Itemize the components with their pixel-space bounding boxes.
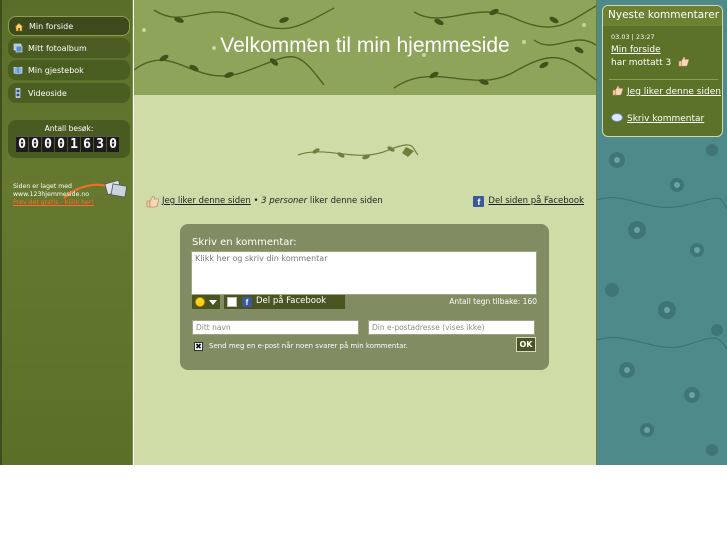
facebook-share[interactable]: f Del siden på Facebook bbox=[473, 196, 584, 207]
left-sidebar: Min forside Mitt fotoalbum Min gjestebok… bbox=[0, 0, 133, 465]
right-column: Nyeste kommentarer 03.03 | 23:27 Min for… bbox=[596, 0, 727, 465]
made-with-line2: www.123hjemmeside.no bbox=[13, 191, 90, 198]
sidebar-item-videoside[interactable]: Videoside bbox=[8, 83, 130, 103]
share-facebook-checkbox[interactable] bbox=[227, 297, 237, 307]
comment-timestamp: 03.03 | 23:27 bbox=[611, 33, 655, 41]
sidebar-item-gjestebok[interactable]: Min gjestebok bbox=[8, 60, 130, 80]
latest-comment-received: har mottatt 3 bbox=[611, 56, 721, 69]
made-with-line1: Siden er laget med bbox=[13, 183, 72, 190]
submit-comment-button[interactable]: OK bbox=[516, 337, 536, 352]
latest-comments-header: Nyeste kommentarer bbox=[603, 6, 722, 26]
counter-digit: 0 bbox=[42, 136, 54, 152]
like-bullet: • bbox=[250, 196, 262, 206]
vine-divider-icon bbox=[297, 144, 419, 160]
like-text: Jeg liker denne siden • 3 personer liker… bbox=[162, 196, 383, 206]
sidebar-item-label: Videoside bbox=[28, 88, 67, 98]
thumbs-up-icon bbox=[678, 56, 690, 67]
try-free-link[interactable]: Prøv det gratis - Klikk her! bbox=[13, 199, 128, 207]
emoji-picker-button[interactable] bbox=[192, 295, 220, 309]
notify-checkbox[interactable]: ✖ bbox=[194, 342, 203, 351]
latest-comment-link[interactable]: Min forside bbox=[611, 44, 721, 56]
sidebar-item-label: Min gjestebok bbox=[28, 65, 84, 75]
facebook-icon: f bbox=[473, 196, 485, 207]
panel-like-link[interactable]: Jeg liker denne siden bbox=[627, 87, 721, 97]
guestbook-icon bbox=[13, 66, 23, 75]
speech-bubble-icon bbox=[611, 113, 623, 122]
page-title: Velkommen til min hjemmeside bbox=[220, 34, 510, 57]
video-icon bbox=[15, 88, 21, 98]
counter-digit: 0 bbox=[16, 136, 28, 152]
facebook-icon: f bbox=[242, 297, 252, 307]
counter-digit: 3 bbox=[94, 136, 106, 152]
sidebar-item-fotoalbum[interactable]: Mitt fotoalbum bbox=[8, 38, 130, 58]
like-page-link[interactable]: Jeg liker denne siden bbox=[162, 196, 251, 206]
received-text: har mottatt 3 bbox=[611, 58, 672, 68]
share-facebook-label: Del på Facebook bbox=[256, 296, 327, 306]
page: Min forside Mitt fotoalbum Min gjestebok… bbox=[0, 0, 727, 465]
page-header: Velkommen til min hjemmeside bbox=[134, 0, 596, 95]
panel-like-action[interactable]: Jeg liker denne siden bbox=[611, 85, 721, 98]
counter-digit: 1 bbox=[68, 136, 80, 152]
latest-comments-panel: Nyeste kommentarer 03.03 | 23:27 Min for… bbox=[602, 5, 723, 137]
chars-remaining: Antall tegn tilbake: 160 bbox=[449, 297, 537, 306]
chevron-down-icon bbox=[209, 300, 217, 305]
name-input[interactable] bbox=[192, 320, 359, 335]
counter-digit: 0 bbox=[107, 136, 119, 152]
notify-option: ✖ Send meg en e-post når noen svarer på … bbox=[194, 341, 474, 352]
photo-album-icon bbox=[13, 43, 23, 53]
like-suffix: liker denne siden bbox=[307, 196, 383, 206]
counter-digits: 0 0 0 0 1 6 3 0 bbox=[16, 136, 119, 152]
like-count: 3 personer bbox=[261, 196, 308, 206]
counter-digit: 6 bbox=[81, 136, 93, 152]
sidebar-item-min-forside[interactable]: Min forside bbox=[8, 16, 130, 36]
comment-textarea[interactable] bbox=[191, 251, 537, 295]
main-content: Jeg liker denne siden • 3 personer liker… bbox=[134, 95, 596, 465]
counter-label: Antall besøk: bbox=[44, 124, 94, 133]
visitor-counter: Antall besøk: 0 0 0 0 1 6 3 0 bbox=[8, 120, 130, 158]
sidebar-item-label: Min forside bbox=[29, 21, 74, 31]
comment-form: Skriv en kommentar: f Del på Facebook An… bbox=[180, 224, 549, 370]
email-input[interactable] bbox=[368, 320, 535, 335]
like-row: Jeg liker denne siden • 3 personer liker… bbox=[146, 195, 586, 209]
notify-label: Send meg en e-post når noen svarer på mi… bbox=[209, 342, 408, 350]
panel-write-link[interactable]: Skriv kommentar bbox=[627, 114, 704, 124]
comment-form-title: Skriv en kommentar: bbox=[192, 237, 297, 248]
counter-digit: 0 bbox=[29, 136, 41, 152]
made-with-notice: Siden er laget med www.123hjemmeside.no … bbox=[13, 183, 128, 207]
counter-digit: 0 bbox=[55, 136, 67, 152]
smiley-icon bbox=[195, 297, 205, 307]
panel-write-action[interactable]: Skriv kommentar bbox=[611, 113, 723, 124]
facebook-share-link[interactable]: Del siden på Facebook bbox=[488, 196, 584, 206]
home-icon bbox=[14, 22, 24, 32]
share-on-facebook-toggle[interactable]: f Del på Facebook bbox=[224, 295, 345, 309]
thumbs-up-icon bbox=[146, 195, 159, 208]
sidebar-item-label: Mitt fotoalbum bbox=[28, 43, 87, 53]
panel-divider bbox=[609, 79, 718, 80]
thumbs-up-icon bbox=[612, 85, 624, 96]
latest-comment-entry: Min forside har mottatt 3 bbox=[611, 44, 721, 69]
